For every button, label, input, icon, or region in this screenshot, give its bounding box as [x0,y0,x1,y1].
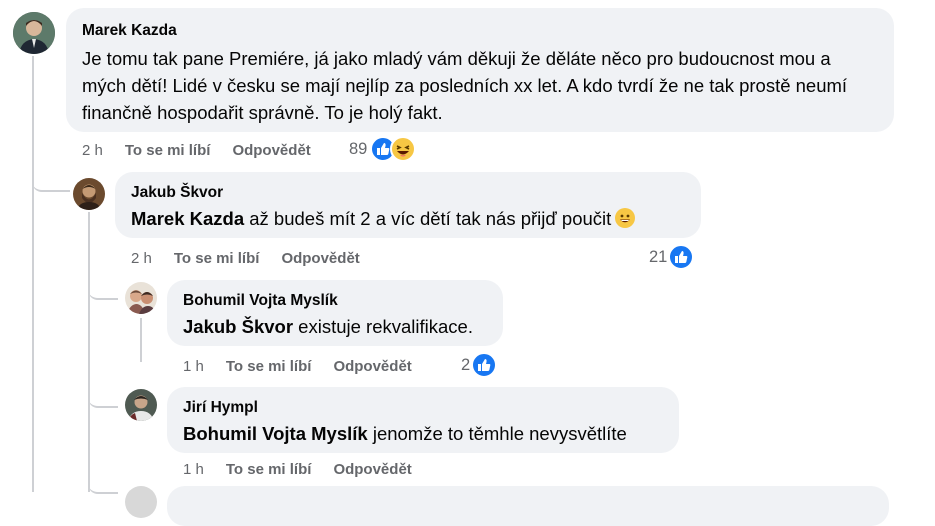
reaction-count: 89 [349,139,368,158]
reaction-summary[interactable]: 89 [349,136,417,162]
avatar[interactable] [125,486,157,518]
comment-actions: 1 h To se mi líbí Odpovědět [183,458,412,480]
comment-body: jenomže to těmhle nevysvětlíte [367,423,627,444]
mention-link[interactable]: Marek Kazda [131,208,244,229]
comment-author[interactable]: Marek Kazda [82,21,878,41]
reaction-summary[interactable]: 2 [461,352,498,378]
comment-text: Je tomu tak pane Premiére, já jako mladý… [82,48,848,123]
reaction-count: 21 [649,247,668,266]
comment-bubble: Bohumil Vojta Myslík Jakub Škvor existuj… [167,280,503,346]
comment-actions: 1 h To se mi líbí Odpovědět [183,355,412,377]
haha-icon [390,136,417,162]
mention-link[interactable]: Bohumil Vojta Myslík [183,423,368,444]
comment-text: Marek Kazda až budeš mít 2 a víc dětí ta… [131,205,685,232]
thread-line-main [32,56,34,492]
comment-time[interactable]: 1 h [183,358,204,375]
like-icon [668,244,695,270]
like-link[interactable]: To se mi líbí [125,142,211,159]
mention-link[interactable]: Jakub Škvor [183,316,293,337]
avatar[interactable] [125,282,157,314]
comment-bubble [167,486,889,526]
like-icon [471,352,498,378]
comment-author[interactable]: Jirí Hympl [183,398,663,418]
thread-connector-jakub [32,168,70,192]
avatar[interactable] [125,389,157,421]
reaction-count: 2 [461,355,471,374]
comment-text: Jakub Škvor existuje rekvalifikace. [183,313,487,340]
comment-text: Bohumil Vojta Myslík jenomže to těmhle n… [183,420,663,447]
comment-author[interactable]: Bohumil Vojta Myslík [183,291,487,311]
comment-bubble: Jirí Hympl Bohumil Vojta Myslík jenomže … [167,387,679,453]
comment-body: existuje rekvalifikace. [293,316,473,337]
comment-actions: 2 h To se mi líbí Odpovědět [131,247,360,269]
thread-line-jakub [88,212,90,492]
reaction-summary[interactable]: 21 [649,244,695,270]
grinning-face-icon [615,208,636,228]
comment-bubble: Jakub Škvor Marek Kazda až budeš mít 2 a… [115,172,701,238]
reply-link[interactable]: Odpovědět [333,461,411,478]
comment-time[interactable]: 2 h [82,142,103,159]
comment-time[interactable]: 2 h [131,250,152,267]
avatar[interactable] [13,12,55,54]
comment-actions: 2 h To se mi líbí Odpovědět [82,139,311,161]
thread-connector-bohumil [88,276,118,300]
comment-time[interactable]: 1 h [183,461,204,478]
like-link[interactable]: To se mi líbí [226,461,312,478]
comment-bubble: Marek Kazda Je tomu tak pane Premiére, j… [66,8,894,132]
reply-link[interactable]: Odpovědět [333,358,411,375]
thread-connector-jiri [88,384,118,408]
avatar[interactable] [73,178,105,210]
thread-line-bohumil [140,318,142,362]
like-link[interactable]: To se mi líbí [174,250,260,267]
comment-author[interactable]: Jakub Škvor [131,183,685,203]
like-link[interactable]: To se mi líbí [226,358,312,375]
reply-link[interactable]: Odpovědět [281,250,359,267]
reply-link[interactable]: Odpovědět [232,142,310,159]
thread-connector-next [88,470,118,494]
comment-body: až budeš mít 2 a víc dětí tak nás přijď … [244,208,612,229]
